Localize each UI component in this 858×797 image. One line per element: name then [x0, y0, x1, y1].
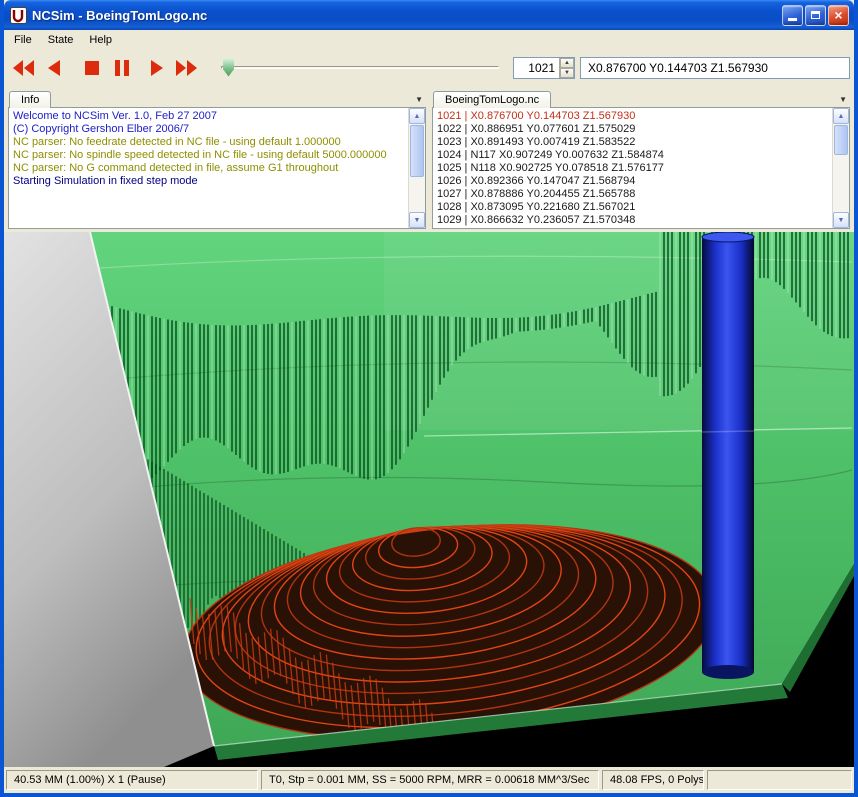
nc-line[interactable]: 1021 | X0.876700 Y0.144703 Z1.567930: [437, 110, 832, 123]
slider-track[interactable]: [221, 65, 499, 69]
log-line: Welcome to NCSim Ver. 1.0, Feb 27 2007: [13, 110, 218, 122]
nc-line[interactable]: 1026 | X0.892366 Y0.147047 Z1.568794: [437, 175, 832, 188]
rewind-button[interactable]: [10, 54, 37, 81]
menu-bar: File State Help: [4, 30, 854, 49]
scroll-thumb[interactable]: [834, 125, 848, 155]
nc-tab-row: BoeingTomLogo.nc ▼: [432, 89, 850, 108]
nc-scrollbar[interactable]: ▲ ▼: [832, 108, 849, 228]
stop-icon: [84, 60, 99, 75]
status-progress: 40.53 MM (1.00%) X 1 (Pause): [6, 770, 258, 790]
log-line: Starting Simulation in fixed step mode: [13, 175, 198, 187]
nc-code-list: 1021 | X0.876700 Y0.144703 Z1.567930 1022…: [433, 108, 832, 228]
minimize-button[interactable]: [782, 4, 803, 26]
close-button[interactable]: ×: [828, 4, 849, 26]
window-title: NCSim - BoeingTomLogo.nc: [32, 7, 208, 23]
stop-button[interactable]: [78, 54, 105, 81]
pause-icon: [114, 59, 129, 76]
nc-line[interactable]: 1022 | X0.886951 Y0.077601 Z1.575029: [437, 123, 832, 136]
rewind-icon: [12, 59, 34, 76]
step-back-icon: [47, 59, 60, 76]
info-panel-menu-button[interactable]: ▼: [415, 96, 423, 104]
log-line: NC parser: No spindle speed detected in …: [13, 149, 387, 161]
scroll-down-icon[interactable]: ▼: [833, 212, 849, 228]
info-tab-row: Info ▼: [8, 89, 426, 108]
toolbar: 1021 ▲ ▼ X0.876700 Y0.144703 Z1.567930: [4, 49, 854, 86]
tab-nc-file[interactable]: BoeingTomLogo.nc: [433, 91, 552, 108]
scroll-up-icon[interactable]: ▲: [833, 108, 849, 124]
minimize-icon: [788, 18, 797, 21]
info-panel-body: Welcome to NCSim Ver. 1.0, Feb 27 2007 (C…: [8, 108, 426, 229]
nc-panel-body: 1021 | X0.876700 Y0.144703 Z1.567930 1022…: [432, 108, 850, 229]
scroll-thumb[interactable]: [410, 125, 424, 177]
line-number-value[interactable]: 1021: [514, 58, 559, 78]
viewport-3d[interactable]: [4, 232, 854, 767]
ncsim-window: NCSim - BoeingTomLogo.nc × File State Help: [0, 0, 858, 797]
log-line: NC parser: No feedrate detected in NC fi…: [13, 136, 341, 148]
status-performance: 48.08 FPS, 0 Polys: [602, 770, 704, 790]
nc-line[interactable]: 1029 | X0.866632 Y0.236057 Z1.570348: [437, 214, 832, 227]
nc-line[interactable]: 1023 | X0.891493 Y0.007419 Z1.583522: [437, 136, 832, 149]
cutting-tool: [701, 232, 755, 679]
spin-up-button[interactable]: ▲: [560, 57, 574, 68]
nc-line[interactable]: 1027 | X0.878886 Y0.204455 Z1.565788: [437, 188, 832, 201]
maximize-icon: [811, 11, 820, 19]
log-line: (C) Copyright Gershon Elber 2006/7: [13, 123, 190, 135]
info-scrollbar[interactable]: ▲ ▼: [408, 108, 425, 228]
fast-forward-icon: [175, 59, 197, 76]
play-button[interactable]: [143, 54, 170, 81]
close-icon: ×: [834, 7, 843, 23]
nc-panel-menu-button[interactable]: ▼: [839, 96, 847, 104]
play-icon: [150, 59, 163, 76]
pause-button[interactable]: [108, 54, 135, 81]
nc-line[interactable]: 1028 | X0.873095 Y0.221680 Z1.567021: [437, 201, 832, 214]
line-number-spinner[interactable]: 1021 ▲ ▼: [513, 56, 575, 79]
nc-panel: BoeingTomLogo.nc ▼ 1021 | X0.876700 Y0.1…: [432, 89, 850, 229]
nc-line[interactable]: 1025 | N118 X0.902725 Y0.078518 Z1.57617…: [437, 162, 832, 175]
scroll-track[interactable]: [833, 124, 849, 212]
menu-item[interactable]: Help: [81, 32, 120, 48]
fast-forward-button[interactable]: [173, 54, 200, 81]
spinner-buttons: ▲ ▼: [559, 57, 574, 78]
scroll-up-icon[interactable]: ▲: [409, 108, 425, 124]
info-log: Welcome to NCSim Ver. 1.0, Feb 27 2007 (C…: [9, 108, 408, 228]
progress-slider[interactable]: [221, 56, 499, 80]
info-panel: Info ▼ Welcome to NCSim Ver. 1.0, Feb 27…: [8, 89, 426, 229]
status-extra: [707, 770, 852, 790]
menu-item[interactable]: File: [6, 32, 40, 48]
scroll-track[interactable]: [409, 124, 425, 212]
title-bar[interactable]: NCSim - BoeingTomLogo.nc ×: [4, 0, 854, 30]
spin-down-button[interactable]: ▼: [560, 67, 574, 78]
menu-item[interactable]: State: [40, 32, 82, 48]
tab-info[interactable]: Info: [9, 91, 52, 108]
nc-line[interactable]: 1024 | N117 X0.907249 Y0.007632 Z1.58487…: [437, 149, 832, 162]
app-icon: [10, 6, 27, 24]
coordinate-readout: X0.876700 Y0.144703 Z1.567930: [580, 56, 850, 79]
maximize-button[interactable]: [805, 4, 826, 26]
panels-row: Info ▼ Welcome to NCSim Ver. 1.0, Feb 27…: [4, 86, 854, 232]
status-bar: 40.53 MM (1.00%) X 1 (Pause) T0, Stp = 0…: [4, 767, 854, 793]
slider-thumb[interactable]: [223, 57, 234, 77]
scroll-down-icon[interactable]: ▼: [409, 212, 425, 228]
step-back-button[interactable]: [40, 54, 67, 81]
status-machining: T0, Stp = 0.001 MM, SS = 5000 RPM, MRR =…: [261, 770, 599, 790]
log-line: NC parser: No G command detected in file…: [13, 162, 339, 174]
